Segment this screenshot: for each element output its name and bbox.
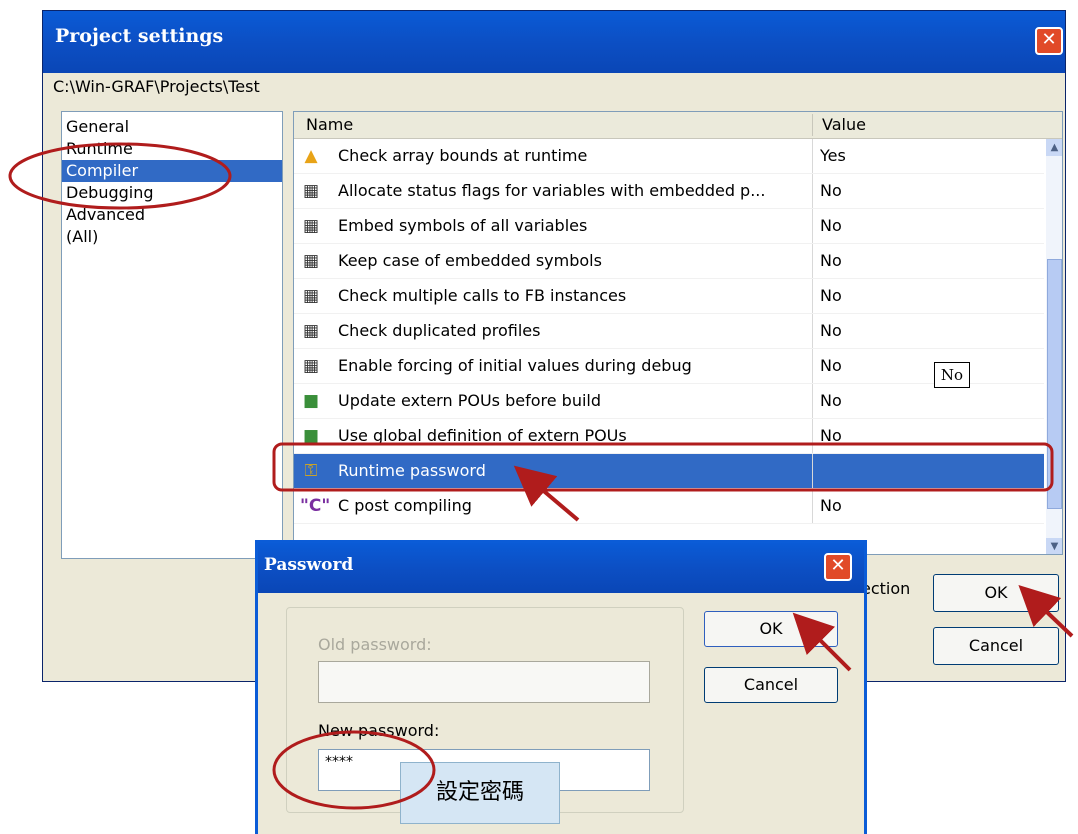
- new-password-highlight: [272, 730, 436, 810]
- compiler-highlight-ellipse: [8, 142, 232, 210]
- arrow-to-row: [513, 465, 580, 522]
- runtime-password-highlight: [272, 442, 1054, 492]
- arrow-to-main-ok: [1018, 584, 1074, 638]
- arrow-to-dialog-ok: [792, 612, 852, 672]
- annotation-overlay: [8, 142, 1074, 810]
